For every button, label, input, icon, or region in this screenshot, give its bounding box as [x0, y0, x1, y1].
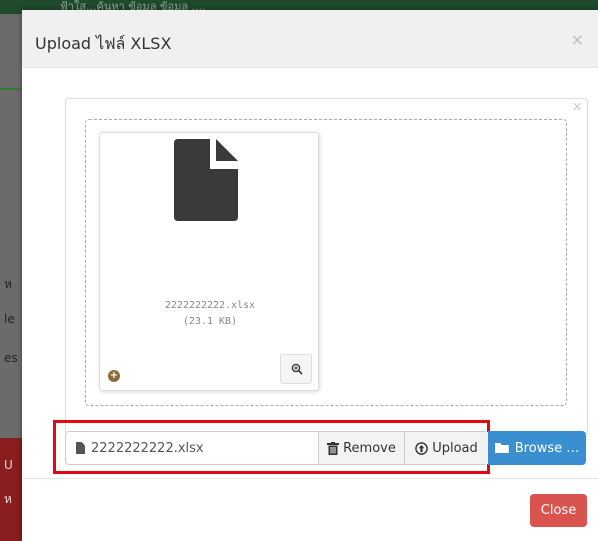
background-text: le — [4, 312, 15, 326]
close-button[interactable]: Close — [530, 494, 587, 527]
zoom-in-icon — [291, 363, 303, 375]
folder-open-icon — [494, 443, 509, 453]
thumbnail-file-size: (23.1 KB) — [182, 316, 238, 327]
background-text: es — [4, 351, 18, 365]
thumbnail-file-name: 2222222222.xlsx — [164, 300, 256, 311]
file-input-group: 2222222222.xlsx Remove Upload — [65, 431, 488, 465]
upload-button[interactable]: Upload — [404, 432, 488, 464]
file-thumbnail: 2222222222.xlsx (23.1 KB) + — [99, 132, 319, 391]
background-text: ห — [4, 277, 12, 291]
upload-circle-icon — [415, 441, 429, 455]
file-name-field[interactable]: 2222222222.xlsx — [66, 432, 318, 464]
document-icon — [174, 139, 238, 221]
preview-close-icon[interactable]: × — [571, 99, 583, 115]
background-text: U — [4, 458, 13, 472]
file-icon — [76, 442, 85, 454]
trash-icon — [327, 441, 340, 455]
remove-button[interactable]: Remove — [318, 432, 404, 464]
background-text: ห — [4, 492, 12, 506]
remove-label: Remove — [343, 440, 396, 456]
browse-button[interactable]: Browse … — [488, 431, 586, 465]
file-drop-zone[interactable]: 2222222222.xlsx (23.1 KB) + — [85, 119, 567, 406]
modal-title: Upload ไฟล์ XLSX — [35, 34, 172, 53]
background-divider — [0, 88, 22, 90]
browse-label: Browse … — [514, 440, 580, 456]
modal-close-icon[interactable]: × — [571, 30, 584, 49]
zoom-button[interactable] — [280, 354, 312, 384]
file-name-text: 2222222222.xlsx — [91, 440, 204, 456]
file-preview-box: × 2222222222.xlsx (23.1 KB) + — [65, 98, 588, 435]
modal-header: Upload ไฟล์ XLSX × — [22, 10, 598, 68]
plus-circle-icon: + — [108, 370, 120, 382]
upload-label: Upload — [432, 440, 478, 456]
modal-footer-divider — [22, 478, 598, 479]
